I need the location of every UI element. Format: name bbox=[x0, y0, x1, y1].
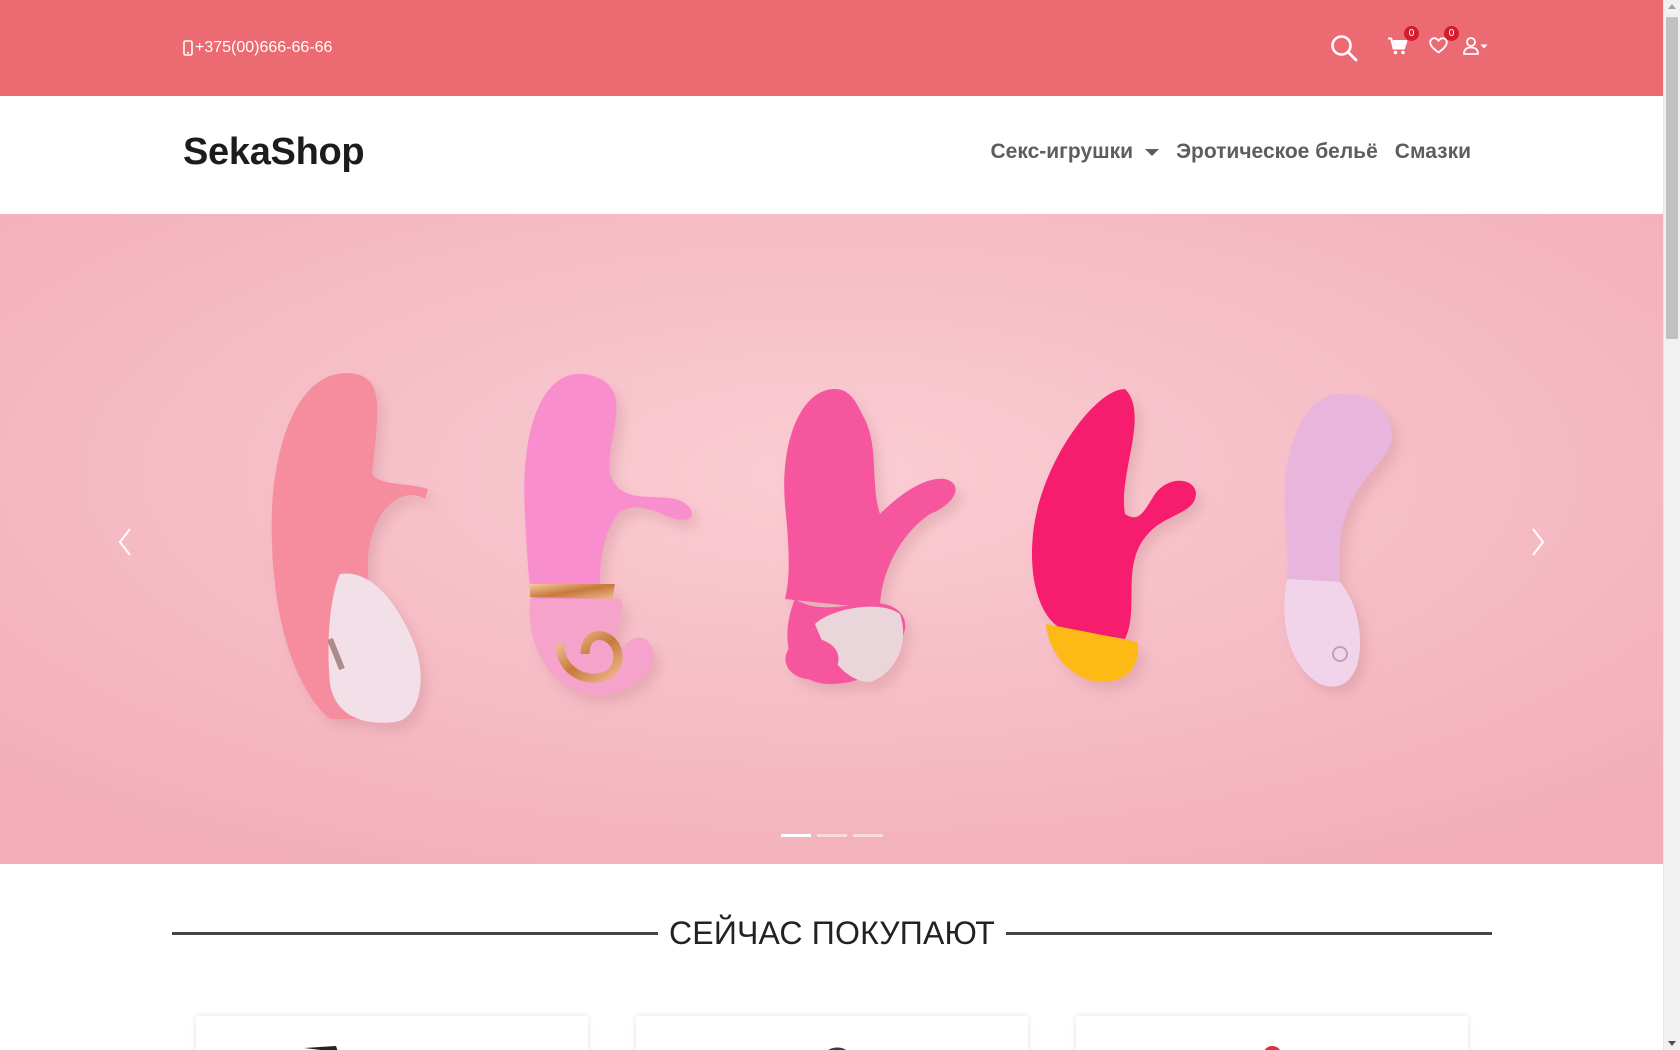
nav-item-label: Смазки bbox=[1394, 140, 1471, 163]
heading-divider-left bbox=[172, 931, 658, 935]
cart-count-badge: 0 bbox=[1404, 26, 1419, 41]
cart-button[interactable]: 0 bbox=[1387, 26, 1419, 60]
carousel-dot-3[interactable] bbox=[853, 834, 883, 837]
main-nav: Секс-игрушки Эротическое бельё Смазки bbox=[991, 140, 1471, 164]
user-menu-button[interactable] bbox=[1463, 36, 1489, 60]
product-card[interactable] bbox=[636, 1016, 1028, 1050]
top-bar: +375(00)666-66-66 0 0 bbox=[0, 0, 1663, 96]
carousel-indicators bbox=[781, 834, 883, 837]
carousel-dot-2[interactable] bbox=[817, 834, 847, 837]
hero-slide-image bbox=[0, 214, 1663, 864]
site-logo[interactable]: SekaShop bbox=[183, 131, 365, 174]
nav-item-label: Секс-игрушки bbox=[990, 140, 1134, 163]
page-scrollbar[interactable] bbox=[1663, 0, 1680, 1050]
chevron-right-icon bbox=[1528, 526, 1548, 563]
product-card-image bbox=[1264, 1046, 1280, 1050]
carousel-prev-button[interactable] bbox=[105, 514, 145, 574]
wishlist-count-badge: 0 bbox=[1444, 26, 1459, 41]
section-title: СЕЙЧАС ПОКУПАЮТ bbox=[668, 914, 996, 951]
nav-item-sex-toys[interactable]: Секс-игрушки bbox=[991, 140, 1160, 164]
product-card[interactable] bbox=[196, 1016, 588, 1050]
scroll-up-arrow-icon[interactable] bbox=[1668, 4, 1676, 9]
nav-item-lingerie[interactable]: Эротическое бельё bbox=[1176, 140, 1378, 164]
page: +375(00)666-66-66 0 0 SekaShop Секс-игру… bbox=[0, 0, 1663, 1050]
product-list bbox=[196, 1016, 1468, 1050]
carousel-dot-1[interactable] bbox=[781, 834, 811, 837]
main-header: SekaShop Секс-игрушки Эротическое бельё … bbox=[0, 96, 1663, 214]
user-icon bbox=[1463, 36, 1489, 60]
cart-icon bbox=[1388, 37, 1408, 60]
wishlist-button[interactable]: 0 bbox=[1427, 26, 1459, 59]
heart-icon bbox=[1428, 37, 1448, 59]
product-card[interactable] bbox=[1076, 1016, 1468, 1050]
heading-divider-right bbox=[1006, 931, 1492, 935]
product-card-image bbox=[304, 1046, 338, 1050]
top-actions: 0 0 bbox=[1329, 26, 1489, 68]
mobile-phone-icon bbox=[183, 40, 193, 56]
phone-number[interactable]: +375(00)666-66-66 bbox=[195, 39, 332, 57]
scrollbar-thumb[interactable] bbox=[1666, 17, 1678, 339]
search-icon[interactable] bbox=[1329, 33, 1359, 63]
phone-contact[interactable]: +375(00)666-66-66 bbox=[183, 36, 332, 60]
chevron-left-icon bbox=[115, 526, 135, 563]
nav-item-label: Эротическое бельё bbox=[1176, 140, 1378, 163]
carousel-next-button[interactable] bbox=[1518, 514, 1558, 574]
product-card-image bbox=[828, 1047, 847, 1050]
caret-down-icon bbox=[1145, 148, 1160, 156]
nav-item-lubricants[interactable]: Смазки bbox=[1395, 140, 1471, 164]
scroll-down-arrow-icon[interactable] bbox=[1668, 1041, 1676, 1046]
section-heading: СЕЙЧАС ПОКУПАЮТ bbox=[172, 910, 1492, 956]
hero-carousel bbox=[0, 214, 1663, 864]
